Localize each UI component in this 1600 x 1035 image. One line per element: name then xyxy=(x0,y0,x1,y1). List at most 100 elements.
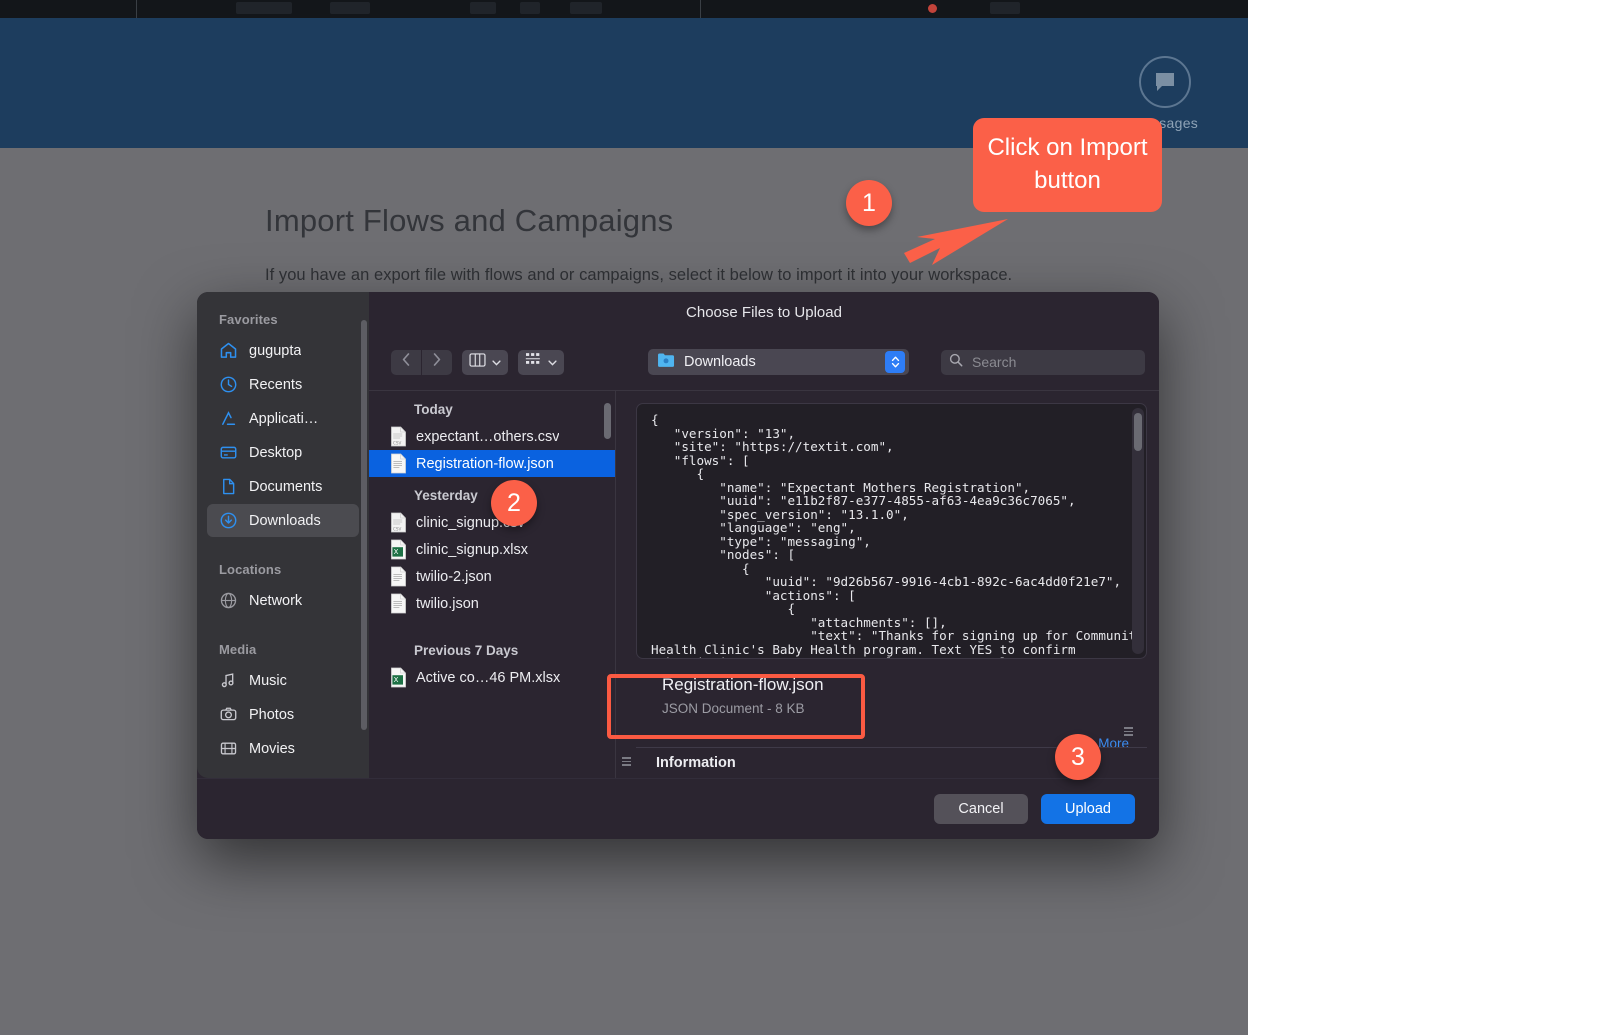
file-list-scrollbar[interactable] xyxy=(604,403,611,439)
file-info-name: Registration-flow.json xyxy=(662,675,824,694)
resize-grip-right-icon[interactable] xyxy=(1124,727,1133,736)
callout-text: Click on Import button xyxy=(987,134,1148,194)
file-upload-dialog: Favorites gugupta Recents Applicati… Des… xyxy=(197,292,1159,839)
step-badge-3: 3 xyxy=(1055,734,1101,780)
sidebar-scrollbar[interactable] xyxy=(361,320,367,730)
sidebar-item-label: Music xyxy=(249,672,287,689)
file-name: Active co…46 PM.xlsx xyxy=(416,669,561,686)
camera-icon xyxy=(218,704,239,725)
sidebar-item-gugupta[interactable]: gugupta xyxy=(207,334,359,367)
sidebar-item-label: Recents xyxy=(249,376,303,393)
path-popup-button[interactable]: Downloads xyxy=(648,349,909,375)
page-title: Import Flows and Campaigns xyxy=(265,203,674,238)
json-file-icon xyxy=(390,453,407,474)
sidebar-section-header-locations: Locations xyxy=(219,562,282,577)
view-mode-button[interactable] xyxy=(462,349,508,375)
path-popup-label: Downloads xyxy=(684,354,756,370)
upload-button[interactable]: Upload xyxy=(1041,794,1135,824)
information-label: Information xyxy=(656,755,736,771)
file-list: Today CSV expectant…others.csv Registrat xyxy=(369,391,616,778)
chevron-right-icon xyxy=(433,353,441,371)
sidebar-section-header-favorites: Favorites xyxy=(219,312,278,327)
dialog-footer: Cancel Upload xyxy=(197,778,1159,839)
group-items-icon xyxy=(525,352,542,372)
globe-icon xyxy=(218,590,239,611)
dialog-title: Choose Files to Upload xyxy=(686,304,842,321)
file-info-meta: JSON Document - 8 KB xyxy=(662,701,805,716)
screenshot-root: messages Import Flows and Campaigns If y… xyxy=(0,0,1600,1035)
file-name: expectant…others.csv xyxy=(416,428,560,445)
step-badge-1: 1 xyxy=(846,180,892,226)
dialog-sidebar: Favorites gugupta Recents Applicati… Des… xyxy=(197,292,369,778)
sidebar-item-music[interactable]: Music xyxy=(207,664,359,697)
sidebar-item-label: Movies xyxy=(249,740,295,757)
browser-chrome-strip xyxy=(0,0,1248,18)
file-row[interactable]: twilio-2.json xyxy=(369,563,615,590)
step-badge-2: 2 xyxy=(491,480,537,526)
sidebar-item-label: Photos xyxy=(249,706,295,723)
applications-icon xyxy=(218,408,239,429)
sidebar-item-label: Applicati… xyxy=(249,410,319,427)
file-row[interactable]: X clinic_signup.xlsx xyxy=(369,536,615,563)
download-icon xyxy=(218,510,239,531)
callout-arrow-icon xyxy=(904,219,1008,265)
svg-text:CSV: CSV xyxy=(393,526,401,531)
file-row[interactable]: X Active co…46 PM.xlsx xyxy=(369,664,615,691)
json-file-icon xyxy=(390,566,407,587)
sidebar-item-label: Downloads xyxy=(249,512,321,529)
sidebar-item-label: Network xyxy=(249,592,303,609)
file-row[interactable]: twilio.json xyxy=(369,590,615,617)
sidebar-item-documents[interactable]: Documents xyxy=(207,470,359,503)
sidebar-item-downloads[interactable]: Downloads xyxy=(207,504,359,537)
svg-text:X: X xyxy=(394,548,399,556)
file-row-selected[interactable]: Registration-flow.json xyxy=(369,450,615,477)
back-button[interactable] xyxy=(391,349,421,375)
desktop-icon xyxy=(218,442,239,463)
file-row[interactable]: CSV clinic_signup.csv xyxy=(369,509,615,536)
resize-grip-left-icon[interactable] xyxy=(622,757,631,766)
file-row[interactable]: CSV expectant…others.csv xyxy=(369,423,615,450)
downloads-folder-icon xyxy=(657,352,676,373)
sidebar-item-label: gugupta xyxy=(249,342,302,359)
json-file-icon xyxy=(390,593,407,614)
search-input[interactable] xyxy=(970,353,1137,371)
dialog-toolbar: Downloads xyxy=(369,334,1159,390)
cancel-button[interactable]: Cancel xyxy=(934,794,1028,824)
chevron-down-icon xyxy=(492,353,501,371)
search-field[interactable] xyxy=(941,349,1145,375)
file-preview-code: { "version": "13", "site": "https://text… xyxy=(636,403,1147,659)
clock-icon xyxy=(218,374,239,395)
excel-file-icon: X xyxy=(390,667,407,688)
chevron-down-icon xyxy=(548,353,557,371)
sidebar-item-applications[interactable]: Applicati… xyxy=(207,402,359,435)
film-icon xyxy=(218,738,239,759)
preview-pane: { "version": "13", "site": "https://text… xyxy=(616,391,1159,778)
home-icon xyxy=(218,340,239,361)
group-by-button[interactable] xyxy=(518,349,564,375)
svg-text:X: X xyxy=(394,676,399,684)
sidebar-item-movies[interactable]: Movies xyxy=(207,732,359,765)
file-name: twilio.json xyxy=(416,595,479,612)
file-group-header-previous7days: Previous 7 Days xyxy=(414,643,519,658)
forward-button[interactable] xyxy=(422,349,452,375)
file-name: Registration-flow.json xyxy=(416,455,554,472)
chat-bubble-icon xyxy=(1139,56,1191,108)
chevron-left-icon xyxy=(402,353,410,371)
code-scrollbar[interactable] xyxy=(1134,413,1142,451)
columns-view-icon xyxy=(469,352,486,372)
csv-file-icon: CSV xyxy=(390,512,407,533)
excel-file-icon: X xyxy=(390,539,407,560)
sidebar-section-header-tags: Tags xyxy=(197,766,369,778)
sidebar-item-photos[interactable]: Photos xyxy=(207,698,359,731)
sidebar-item-recents[interactable]: Recents xyxy=(207,368,359,401)
sidebar-section-header-media: Media xyxy=(219,642,257,657)
file-group-header-today: Today xyxy=(414,402,453,417)
sidebar-item-desktop[interactable]: Desktop xyxy=(207,436,359,469)
file-name: twilio-2.json xyxy=(416,568,492,585)
music-note-icon xyxy=(218,670,239,691)
svg-text:CSV: CSV xyxy=(393,440,401,445)
up-down-stepper-icon xyxy=(885,351,905,373)
code-text: { "version": "13", "site": "https://text… xyxy=(651,412,1144,658)
sidebar-item-network[interactable]: Network xyxy=(207,584,359,617)
callout-bubble: Click on Import button xyxy=(973,118,1162,212)
